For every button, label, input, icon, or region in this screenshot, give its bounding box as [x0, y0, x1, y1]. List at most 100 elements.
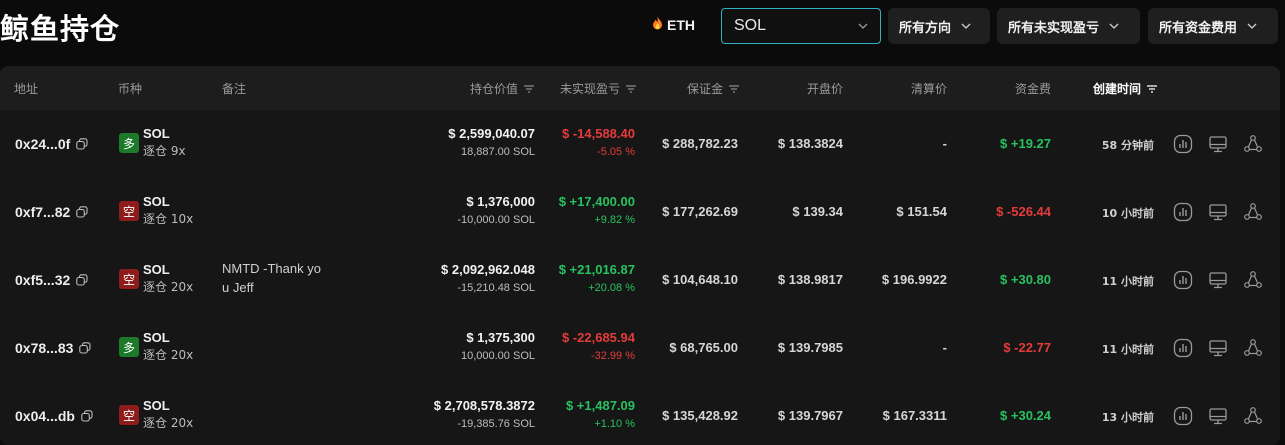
- copy-icon[interactable]: [76, 206, 88, 218]
- entry-price: $ 139.7985: [777, 340, 843, 355]
- created-time: 11 小时前: [1101, 343, 1154, 356]
- address-link[interactable]: 0x78...83: [15, 340, 91, 356]
- funding-value: $ -22.77: [1003, 340, 1051, 355]
- monitor-icon[interactable]: [1208, 406, 1228, 426]
- liq-price: -: [942, 340, 947, 355]
- created-time: 58 分钟前: [1101, 139, 1154, 152]
- unrealized-pnl: $ +1,487.09: [565, 398, 635, 413]
- copy-icon[interactable]: [81, 410, 93, 422]
- coin-select-value: SOL: [734, 17, 767, 34]
- copy-icon[interactable]: [76, 138, 88, 150]
- share-icon[interactable]: [1243, 134, 1263, 154]
- leverage-label: 逐仓 20x: [143, 280, 194, 294]
- position-value: $ 2,708,578.3872: [433, 398, 535, 413]
- note-text: NMTD -Thank you Jeff: [222, 261, 321, 295]
- address-link[interactable]: 0x04...db: [15, 408, 93, 424]
- monitor-icon[interactable]: [1208, 134, 1228, 154]
- position-size: 18,887.00 SOL: [460, 146, 535, 158]
- chart-icon[interactable]: [1173, 202, 1193, 222]
- eth-chip-label: ETH: [667, 16, 695, 33]
- page-title: 鲸鱼持仓: [0, 12, 121, 46]
- flame-icon: [652, 16, 663, 33]
- col-funding: 资金费: [1014, 82, 1051, 96]
- coin-name: SOL: [143, 194, 170, 209]
- position-value: $ 1,376,000: [466, 194, 535, 209]
- chart-icon[interactable]: [1173, 134, 1193, 154]
- col-margin[interactable]: 保证金: [687, 80, 740, 97]
- leverage-label: 逐仓 9x: [143, 144, 186, 158]
- sort-icon: [626, 84, 636, 93]
- monitor-icon[interactable]: [1208, 202, 1228, 222]
- col-position-value[interactable]: 持仓价值: [470, 80, 535, 97]
- side-badge: 多: [119, 337, 139, 357]
- table-row[interactable]: 0x78...83 多 SOL 逐仓 20x $ 1,375,300 10,00…: [0, 314, 1280, 382]
- funding-value: $ +19.27: [1000, 136, 1051, 151]
- monitor-icon[interactable]: [1208, 270, 1228, 290]
- unrealized-pnl: $ -14,588.40: [561, 126, 635, 141]
- col-unrealized-pnl-label: 未实现盈亏: [559, 82, 620, 96]
- col-coin: 币种: [118, 82, 143, 96]
- pnl-filter-label: 所有未实现盈亏: [1008, 20, 1100, 36]
- address-link[interactable]: 0x24...0f: [15, 136, 88, 152]
- position-size: -10,000.00 SOL: [457, 214, 535, 226]
- margin-value: $ 288,782.23: [662, 136, 738, 151]
- coin-select[interactable]: SOL: [721, 8, 881, 44]
- table-row[interactable]: 0xf7...82 空 SOL 逐仓 10x $ 1,376,000 -10,0…: [0, 178, 1280, 246]
- liq-price: -: [942, 136, 947, 151]
- monitor-icon[interactable]: [1208, 338, 1228, 358]
- sort-icon: [1147, 84, 1158, 93]
- col-unrealized-pnl[interactable]: 未实现盈亏: [560, 80, 637, 97]
- col-entry-price: 开盘价: [806, 82, 843, 96]
- direction-filter-label: 所有方向: [899, 20, 952, 36]
- coin-name: SOL: [143, 398, 170, 413]
- entry-price: $ 139.34: [792, 204, 843, 219]
- share-icon[interactable]: [1243, 202, 1263, 222]
- unrealized-pnl-pct: +9.82 %: [594, 214, 635, 226]
- funding-filter-label: 所有资金费用: [1159, 20, 1238, 36]
- margin-value: $ 104,648.10: [662, 272, 738, 287]
- position-value: $ 2,092,962.048: [441, 262, 535, 277]
- coin-name: SOL: [143, 126, 170, 141]
- position-size: -19,385.76 SOL: [457, 418, 535, 430]
- position-value: $ 2,599,040.07: [448, 126, 535, 141]
- col-created[interactable]: 创建时间: [1093, 80, 1158, 97]
- liq-price: $ 151.54: [896, 204, 947, 219]
- margin-value: $ 68,765.00: [669, 340, 738, 355]
- table-row[interactable]: 0x24...0f 多 SOL 逐仓 9x $ 2,599,040.07 18,…: [0, 110, 1280, 178]
- sort-icon: [729, 84, 739, 93]
- address-link[interactable]: 0xf5...32: [15, 272, 88, 288]
- copy-icon[interactable]: [79, 342, 91, 354]
- pnl-filter[interactable]: 所有未实现盈亏: [997, 8, 1140, 44]
- chevron-down-icon: [961, 23, 971, 29]
- table-header: 地址 币种 备注 持仓价值 未实现盈亏 保证金 开盘价 清算价 资金费 创建时间: [0, 66, 1280, 110]
- funding-filter[interactable]: 所有资金费用: [1148, 8, 1278, 44]
- copy-icon[interactable]: [76, 274, 88, 286]
- funding-value: $ +30.24: [1000, 408, 1051, 423]
- chevron-down-icon: [1247, 23, 1257, 29]
- table-row[interactable]: 0x04...db 空 SOL 逐仓 20x $ 2,708,578.3872 …: [0, 382, 1280, 445]
- col-address: 地址: [14, 82, 39, 96]
- unrealized-pnl: $ +21,016.87: [558, 262, 635, 277]
- share-icon[interactable]: [1243, 338, 1263, 358]
- unrealized-pnl-pct: +20.08 %: [588, 282, 635, 294]
- chart-icon[interactable]: [1173, 406, 1193, 426]
- coin-name: SOL: [143, 330, 170, 345]
- whale-positions-table: 地址 币种 备注 持仓价值 未实现盈亏 保证金 开盘价 清算价 资金费 创建时间…: [0, 66, 1280, 445]
- created-time: 11 小时前: [1101, 275, 1154, 288]
- liq-price: $ 167.3311: [882, 408, 947, 423]
- direction-filter[interactable]: 所有方向: [888, 8, 990, 44]
- eth-chip[interactable]: ETH: [652, 16, 695, 33]
- chart-icon[interactable]: [1173, 270, 1193, 290]
- share-icon[interactable]: [1243, 270, 1263, 290]
- address-text: 0x04...db: [15, 408, 75, 424]
- table-row[interactable]: 0xf5...32 空 SOL 逐仓 20x NMTD -Thank you J…: [0, 246, 1280, 314]
- position-value: $ 1,375,300: [466, 330, 535, 345]
- funding-value: $ -526.44: [996, 204, 1051, 219]
- address-text: 0xf5...32: [15, 272, 71, 288]
- margin-value: $ 135,428.92: [662, 408, 738, 423]
- chart-icon[interactable]: [1173, 338, 1193, 358]
- col-margin-label: 保证金: [686, 82, 723, 96]
- leverage-label: 逐仓 10x: [143, 212, 194, 226]
- share-icon[interactable]: [1243, 406, 1263, 426]
- address-link[interactable]: 0xf7...82: [15, 204, 88, 220]
